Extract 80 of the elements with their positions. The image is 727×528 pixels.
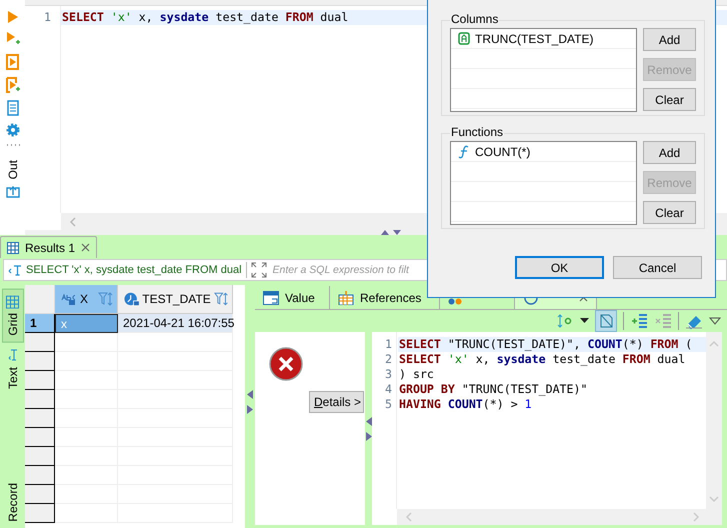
grid-icon xyxy=(6,296,19,309)
dialog-button[interactable]: Add xyxy=(643,141,696,164)
row-header xyxy=(25,466,55,485)
text-icon xyxy=(8,348,18,363)
line-number: 5 xyxy=(384,397,393,412)
clock-icon xyxy=(124,292,140,306)
results-tab[interactable]: Results 1 xyxy=(0,236,98,258)
code-line: HAVING COUNT(*) > 1 xyxy=(399,397,532,411)
line-number: 3 xyxy=(384,367,393,382)
row-header xyxy=(25,333,55,352)
dialog-button[interactable]: Add xyxy=(643,28,696,51)
dialog-button[interactable]: Clear xyxy=(643,88,696,111)
column-header[interactable]: X xyxy=(55,285,118,314)
code-line: ) src xyxy=(399,367,434,381)
table-cell[interactable]: 2021-04-21 16:07:55 xyxy=(118,314,233,333)
row-header xyxy=(25,504,55,523)
line-number: 4 xyxy=(384,382,393,397)
eraser-icon[interactable] xyxy=(685,313,703,329)
filter-sort-icon[interactable] xyxy=(98,292,114,306)
row-header xyxy=(25,447,55,466)
panel-tab[interactable]: Value xyxy=(255,286,330,309)
error-icon xyxy=(269,347,303,381)
table-icon xyxy=(338,290,354,304)
gear-icon[interactable] xyxy=(6,123,20,137)
value-icon xyxy=(263,290,279,304)
query-text-icon xyxy=(8,264,22,276)
row-header xyxy=(25,409,55,428)
dropdown-icon[interactable] xyxy=(580,318,589,324)
play-plus-icon[interactable] xyxy=(6,31,20,47)
sort-settings-icon[interactable] xyxy=(556,313,574,329)
splitter-arrows-icon[interactable] xyxy=(247,390,253,414)
group-title: Functions xyxy=(450,125,504,139)
layout-toggle-icon[interactable] xyxy=(595,310,617,332)
remove-rows-icon[interactable] xyxy=(654,313,672,329)
view-tab[interactable]: Grid xyxy=(2,289,24,343)
view-menu-icon[interactable] xyxy=(709,317,721,325)
output-label[interactable]: Out xyxy=(6,160,20,180)
cancel-button[interactable]: Cancel xyxy=(613,256,702,279)
ok-button[interactable]: OK xyxy=(515,256,604,279)
corner-cell xyxy=(25,285,55,314)
calculator-icon xyxy=(448,298,462,305)
function-icon xyxy=(458,144,470,158)
list-item[interactable]: COUNT(*) xyxy=(451,142,636,161)
line-number: 1 xyxy=(43,10,52,25)
script-plus-icon[interactable] xyxy=(6,77,20,93)
list-item[interactable]: TRUNC(TEST_DATE) xyxy=(451,29,636,48)
column-icon xyxy=(458,32,470,45)
view-tab[interactable]: Record xyxy=(2,477,24,528)
dialog-button[interactable]: Clear xyxy=(643,201,696,224)
row-header xyxy=(25,352,55,371)
table-icon xyxy=(7,242,19,254)
row-header xyxy=(25,371,55,390)
scroll-left-icon[interactable] xyxy=(69,216,77,226)
sash-arrows-icon[interactable] xyxy=(380,229,402,235)
filter-sort-icon[interactable] xyxy=(214,292,229,306)
row-header xyxy=(25,390,55,409)
script-play-icon[interactable] xyxy=(6,54,20,70)
export-icon[interactable] xyxy=(6,186,20,198)
line-number: 2 xyxy=(384,352,393,367)
text-type-icon xyxy=(61,293,77,305)
group-title: Columns xyxy=(450,12,500,26)
code-line: SELECT 'x' x, sysdate test_date FROM dual xyxy=(62,10,348,24)
row-header xyxy=(25,485,55,504)
add-rows-icon[interactable] xyxy=(630,313,648,329)
row-header xyxy=(25,428,55,447)
code-line: SELECT "TRUNC(TEST_DATE)", COUNT(*) FROM ( xyxy=(399,337,692,351)
document-icon[interactable] xyxy=(6,100,20,116)
play-icon[interactable] xyxy=(6,10,18,24)
expand-icon[interactable] xyxy=(250,262,267,278)
splitter-arrows-icon[interactable] xyxy=(366,416,372,440)
line-number: 1 xyxy=(384,337,393,352)
row-number[interactable]: 1 xyxy=(25,314,55,333)
code-line: GROUP BY "TRUNC(TEST_DATE)" xyxy=(399,382,588,396)
code-line: SELECT 'x' x, sysdate test_date FROM dual xyxy=(399,352,686,366)
filter-input[interactable]: Enter a SQL expression to filt xyxy=(272,264,423,276)
view-tab[interactable]: Text xyxy=(2,342,24,395)
column-header[interactable]: TEST_DATE xyxy=(118,285,233,314)
query-text: SELECT 'x' x, sysdate test_date FROM dual xyxy=(26,264,242,276)
details-button[interactable]: Details > xyxy=(309,391,364,413)
close-icon[interactable] xyxy=(81,243,90,252)
